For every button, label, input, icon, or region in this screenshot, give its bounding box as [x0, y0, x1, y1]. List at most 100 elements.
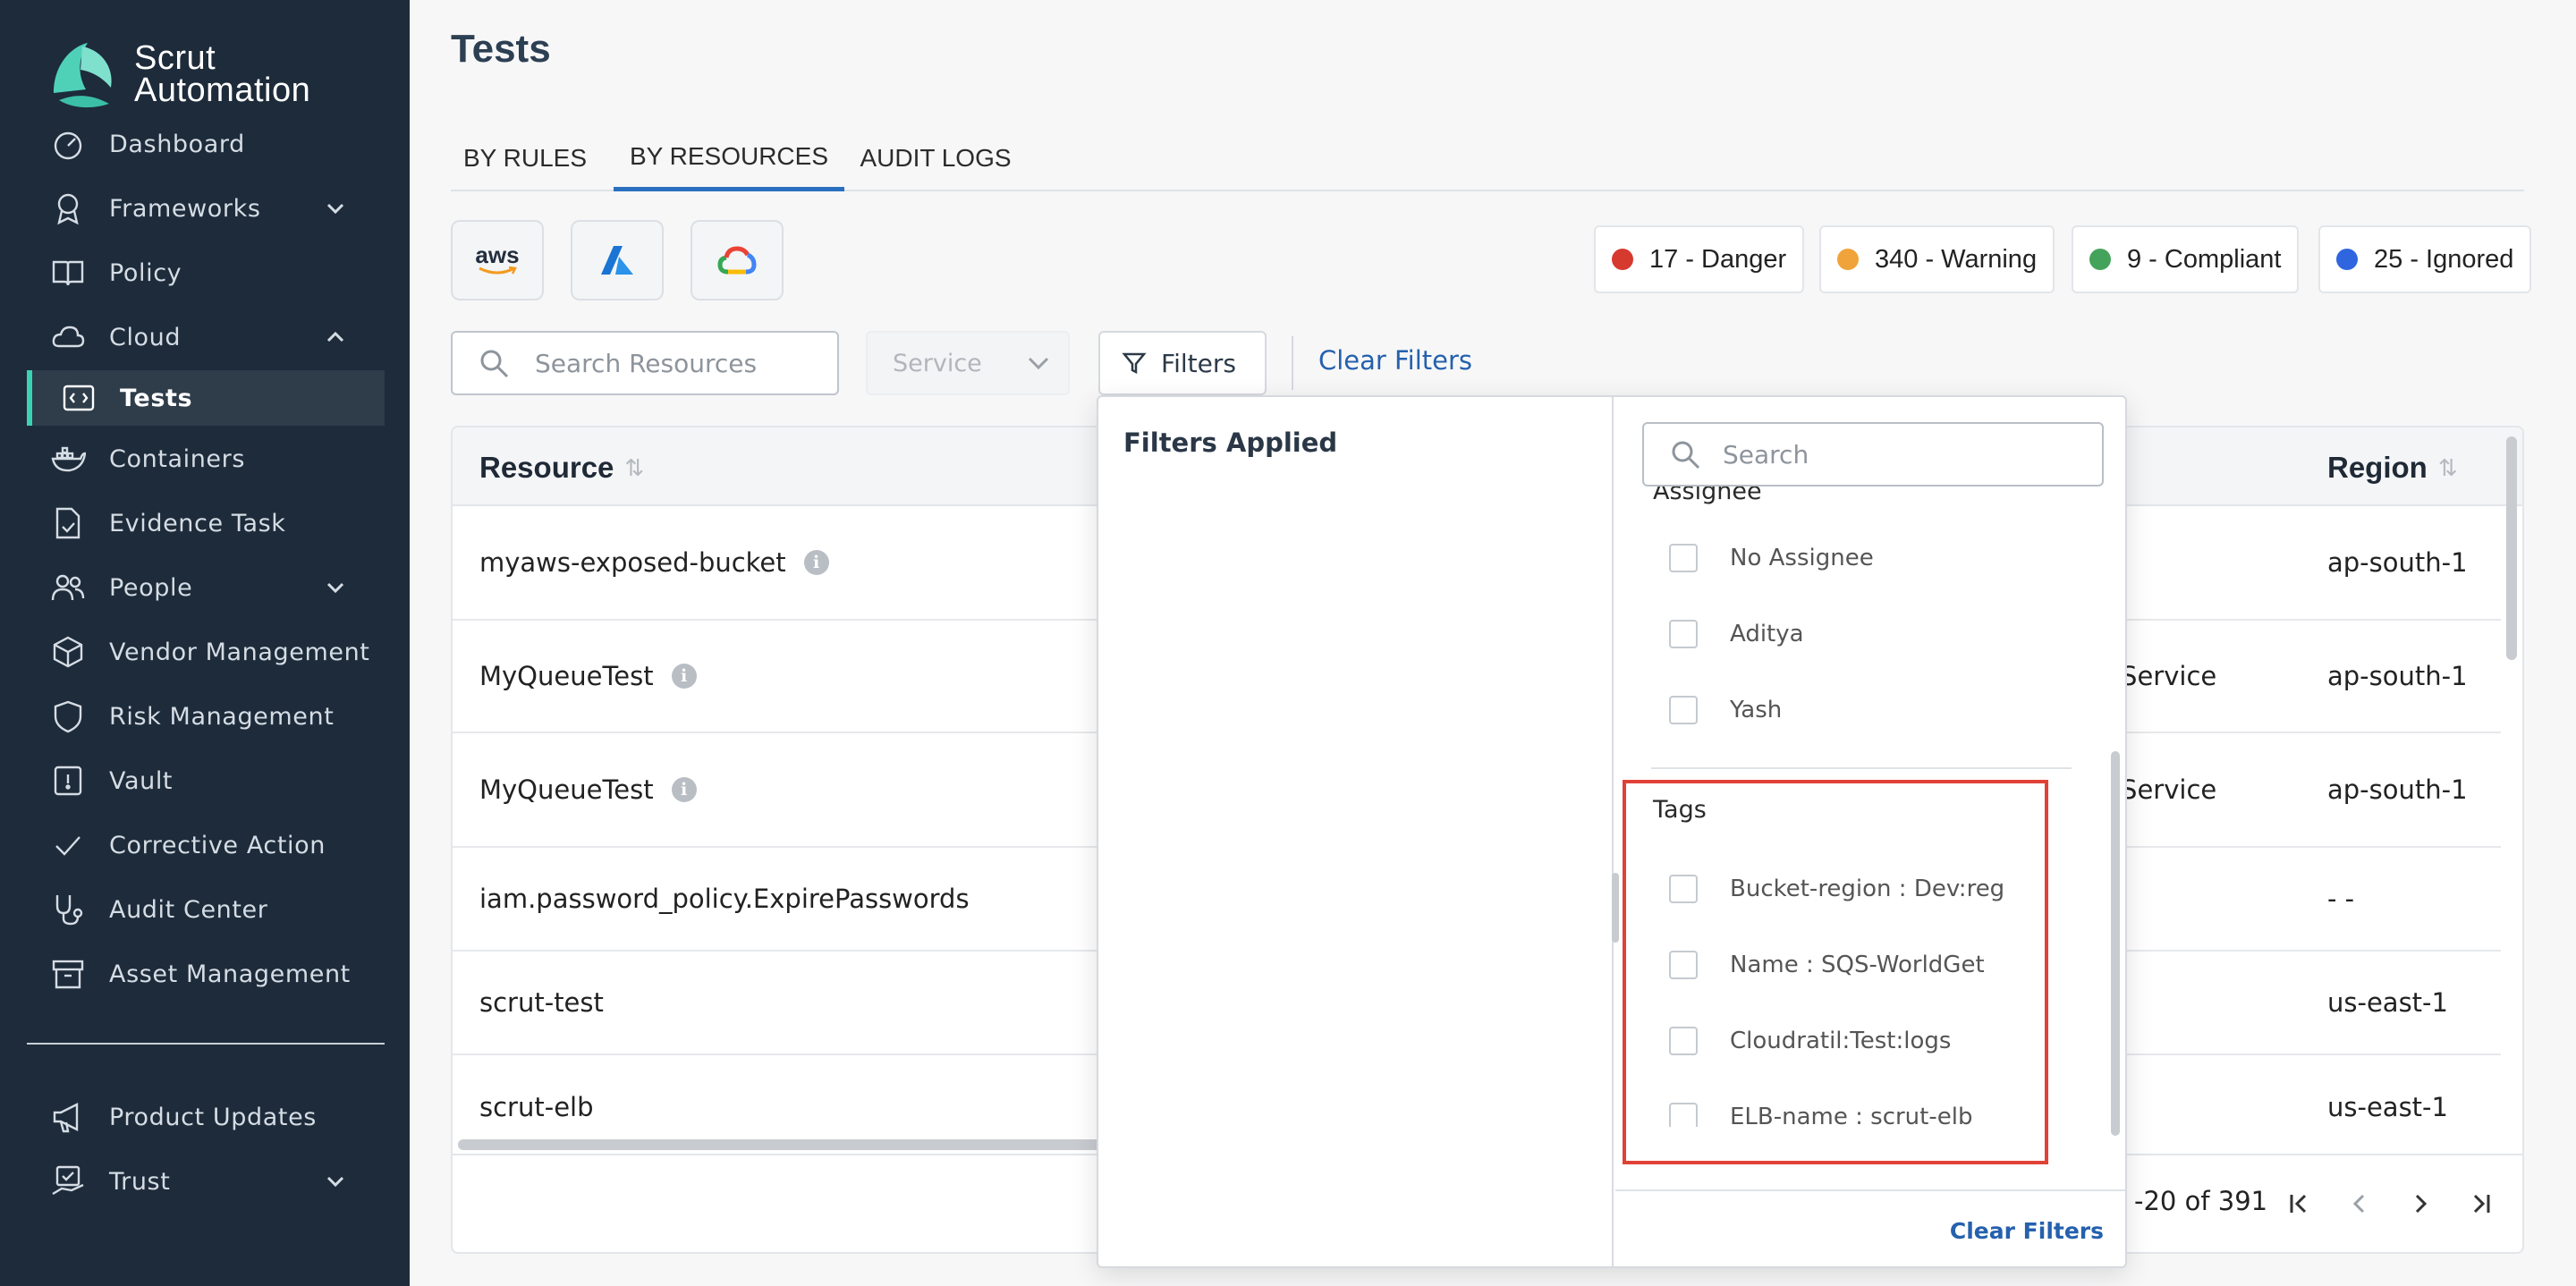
sort-icon[interactable]: ⇅ — [624, 454, 644, 482]
search-icon — [480, 350, 509, 378]
warning-dot-icon — [1837, 249, 1859, 270]
filter-group-title-tags: Tags — [1653, 796, 1707, 824]
column-header-resource[interactable]: Resource ⇅ — [479, 451, 644, 485]
sidebar-item-asset-management[interactable]: Asset Management — [27, 946, 385, 1002]
filter-options-pane: Search Assignee No Assignee Aditya Yash … — [1615, 397, 2125, 1266]
code-icon — [63, 385, 95, 411]
info-icon[interactable]: i — [671, 664, 697, 689]
filter-group-divider — [1651, 767, 2072, 769]
sidebar-item-label: Product Updates — [109, 1103, 317, 1131]
filter-option-tag[interactable]: Cloudratil:Test:logs — [1669, 1027, 1951, 1055]
sidebar-item-label: Tests — [120, 384, 193, 412]
aws-logo-text: aws — [475, 241, 520, 268]
tab-by-rules[interactable]: BY RULES — [451, 125, 599, 191]
sidebar-item-vendor-management[interactable]: Vendor Management — [27, 624, 385, 680]
next-page-button[interactable] — [2395, 1179, 2445, 1229]
status-badge-ignored[interactable]: 25 - Ignored — [2318, 225, 2532, 293]
sidebar-item-containers[interactable]: Containers — [27, 431, 385, 486]
sidebar-item-people[interactable]: People — [27, 560, 385, 615]
filters-applied-title: Filters Applied — [1123, 427, 1338, 458]
column-header-region[interactable]: Region ⇅ — [2327, 451, 2458, 485]
sidebar-item-audit-center[interactable]: Audit Center — [27, 882, 385, 937]
status-badge-compliant[interactable]: 9 - Compliant — [2072, 225, 2300, 293]
status-badge-danger[interactable]: 17 - Danger — [1594, 225, 1805, 293]
sidebar-item-cloud[interactable]: Cloud — [27, 309, 385, 365]
sidebar-item-tests[interactable]: Tests — [27, 370, 385, 426]
archive-icon — [52, 960, 84, 989]
region-cell: ap-south-1 — [2327, 661, 2468, 691]
checkbox[interactable] — [1669, 1103, 1698, 1127]
status-badge-label: 9 - Compliant — [2127, 244, 2282, 274]
checkbox[interactable] — [1669, 696, 1698, 724]
info-icon[interactable]: i — [803, 550, 829, 575]
sidebar-item-dashboard[interactable]: Dashboard — [27, 116, 385, 172]
tags-list-scrollbar[interactable] — [1612, 873, 1619, 943]
chevron-left-icon — [2352, 1194, 2365, 1214]
checkbox[interactable] — [1669, 875, 1698, 903]
dashboard-icon — [54, 131, 82, 160]
clear-filters-link[interactable]: Clear Filters — [1318, 345, 1472, 376]
resource-name: MyQueueTest — [479, 661, 654, 691]
filter-option-tag[interactable]: Bucket-region : Dev:reg — [1669, 875, 2004, 903]
sidebar-item-evidence-task[interactable]: Evidence Task — [27, 495, 385, 551]
document-check-icon — [55, 507, 80, 539]
aws-logo-icon: aws — [475, 241, 520, 276]
filter-option-tag[interactable]: ELB-name : scrut-elb — [1669, 1103, 1972, 1127]
region-cell: - - — [2327, 884, 2355, 914]
filter-funnel-icon — [1122, 352, 1147, 375]
brand-logo[interactable]: Scrut Automation — [47, 38, 310, 111]
scrut-logo-icon — [54, 43, 112, 108]
sidebar-item-label: Policy — [109, 258, 182, 287]
service-select[interactable]: Service — [866, 331, 1070, 395]
sidebar-item-risk-management[interactable]: Risk Management — [27, 689, 385, 744]
region-cell: ap-south-1 — [2327, 774, 2468, 805]
search-resources-input[interactable]: Search Resources — [451, 331, 839, 395]
sort-icon[interactable]: ⇅ — [2438, 454, 2458, 482]
sidebar-item-label: Trust — [109, 1167, 171, 1196]
filter-option-aditya[interactable]: Aditya — [1669, 620, 1804, 648]
gcp-logo-icon — [717, 246, 757, 275]
chevron-down-icon — [326, 203, 344, 215]
search-icon — [1672, 441, 1700, 470]
sidebar-item-policy[interactable]: Policy — [27, 245, 385, 300]
previous-page-button[interactable] — [2334, 1179, 2385, 1229]
checkbox[interactable] — [1669, 1027, 1698, 1055]
tab-audit-logs[interactable]: AUDIT LOGS — [859, 125, 1013, 191]
filter-panel-clear-button[interactable]: Clear Filters — [1950, 1218, 2104, 1244]
sidebar-item-product-updates[interactable]: Product Updates — [27, 1089, 385, 1145]
filter-list-scrollbar[interactable] — [2111, 751, 2120, 1136]
sidebar-item-frameworks[interactable]: Frameworks — [27, 181, 385, 236]
filters-button[interactable]: Filters — [1098, 331, 1267, 395]
info-icon[interactable]: i — [671, 777, 697, 802]
chevron-down-icon — [1028, 357, 1049, 370]
filter-group-title-assignee: Assignee — [1653, 486, 1762, 505]
vertical-scrollbar[interactable] — [2506, 436, 2517, 660]
filters-button-label: Filters — [1161, 348, 1236, 378]
filter-option-tag[interactable]: Name : SQS-WorldGet — [1669, 951, 1985, 979]
filter-option-label: Yash — [1730, 697, 1783, 723]
region-cell: us-east-1 — [2327, 987, 2448, 1018]
checkbox[interactable] — [1669, 951, 1698, 979]
sidebar-divider — [27, 1043, 385, 1045]
docker-icon — [51, 446, 86, 472]
aws-provider-button[interactable]: aws — [451, 220, 544, 300]
sidebar-item-corrective-action[interactable]: Corrective Action — [27, 817, 385, 873]
filter-option-no-assignee[interactable]: No Assignee — [1669, 544, 1874, 572]
filters-applied-pane: Filters Applied — [1098, 397, 1614, 1266]
filter-panel-footer: Clear Filters — [1615, 1189, 2125, 1266]
checkbox[interactable] — [1669, 620, 1698, 648]
azure-provider-button[interactable] — [571, 220, 664, 300]
book-icon — [52, 260, 84, 286]
sidebar-item-trust[interactable]: Trust — [27, 1154, 385, 1209]
last-page-button[interactable] — [2456, 1179, 2506, 1229]
first-page-button[interactable] — [2274, 1179, 2324, 1229]
tab-by-resources[interactable]: BY RESOURCES — [614, 125, 844, 191]
checkbox[interactable] — [1669, 544, 1698, 572]
filter-option-label: No Assignee — [1730, 545, 1874, 571]
gcp-provider-button[interactable] — [691, 220, 784, 300]
status-badge-warning[interactable]: 340 - Warning — [1819, 225, 2055, 293]
filter-search-input[interactable]: Search — [1642, 422, 2104, 486]
filter-option-yash[interactable]: Yash — [1669, 696, 1782, 724]
region-cell: us-east-1 — [2327, 1092, 2448, 1122]
sidebar-item-vault[interactable]: Vault — [27, 753, 385, 808]
